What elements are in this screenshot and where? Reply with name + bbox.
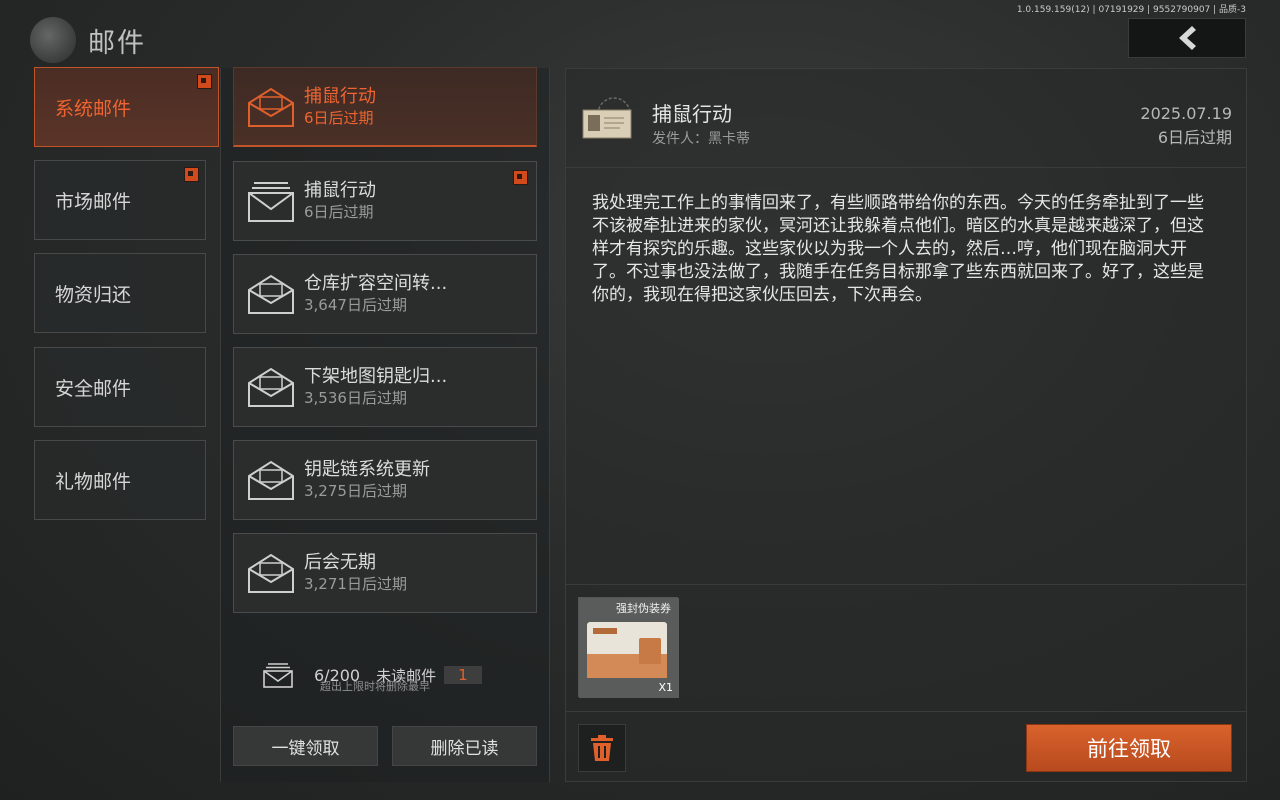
category-gift-mail[interactable]: 礼物邮件 xyxy=(34,440,206,520)
category-label: 物资归还 xyxy=(55,283,132,306)
mail-title: 捕鼠行动 xyxy=(304,85,376,107)
limit-note: 超出上限时将删除最早 xyxy=(320,680,430,693)
version-info: 1.0.159.159(12) | 07191929 | 9552790907 … xyxy=(1016,5,1246,15)
category-supply-return[interactable]: 物资归还 xyxy=(34,253,206,333)
page-title: 邮件 xyxy=(88,27,146,59)
mail-item[interactable]: 钥匙链系统更新 3,275日后过期 xyxy=(233,440,537,520)
category-label: 市场邮件 xyxy=(55,190,132,213)
delete-mail-button[interactable] xyxy=(578,724,626,772)
new-badge-icon xyxy=(184,167,199,182)
envelope-open-icon xyxy=(248,87,294,127)
attachment-name: 强封伪装券 xyxy=(616,602,671,615)
back-button[interactable] xyxy=(1128,18,1246,58)
category-label: 安全邮件 xyxy=(55,377,132,400)
envelope-stack-icon xyxy=(263,663,293,688)
attachment-qty: X1 xyxy=(658,681,673,694)
category-security-mail[interactable]: 安全邮件 xyxy=(34,347,206,427)
mail-body: 我处理完工作上的事情回来了，有些顺路带给你的东西。今天的任务牵扯到了一些不该被牵… xyxy=(592,193,1204,305)
mail-expire: 3,647日后过期 xyxy=(304,296,407,314)
delete-read-button[interactable]: 删除已读 xyxy=(392,726,537,766)
category-market-mail[interactable]: 市场邮件 xyxy=(34,160,206,240)
envelope-open-icon xyxy=(248,553,294,593)
mail-item[interactable]: 捕鼠行动 6日后过期 xyxy=(233,161,537,241)
trash-icon xyxy=(591,735,613,761)
mail-expire: 6日后过期 xyxy=(304,108,374,127)
mail-expire: 6日后过期 xyxy=(304,203,374,221)
mail-sender: 发件人：黑卡蒂 xyxy=(652,131,750,147)
claim-all-button[interactable]: 一键领取 xyxy=(233,726,378,766)
mail-title: 捕鼠行动 xyxy=(304,180,376,201)
category-label: 系统邮件 xyxy=(55,97,132,120)
mail-title: 下架地图钥匙归... xyxy=(304,366,448,387)
envelope-stack-icon xyxy=(248,182,294,222)
mail-detail-expire: 6日后过期 xyxy=(1157,128,1232,147)
mail-expire: 3,271日后过期 xyxy=(304,575,407,593)
envelope-open-icon xyxy=(248,274,294,314)
globe-icon xyxy=(30,17,76,63)
envelope-open-icon xyxy=(248,367,294,407)
mail-detail-title: 捕鼠行动 xyxy=(652,102,732,126)
mail-expire: 3,536日后过期 xyxy=(304,389,407,407)
go-claim-button[interactable]: 前往领取 xyxy=(1026,724,1232,772)
mail-item[interactable]: 捕鼠行动 6日后过期 xyxy=(233,67,537,147)
mail-item[interactable]: 后会无期 3,271日后过期 xyxy=(233,533,537,613)
letter-stamp-icon xyxy=(582,97,632,139)
category-label: 礼物邮件 xyxy=(55,470,132,493)
new-badge-icon xyxy=(197,74,212,89)
mail-item[interactable]: 下架地图钥匙归... 3,536日后过期 xyxy=(233,347,537,427)
mail-title: 后会无期 xyxy=(304,552,376,573)
attachment-item[interactable]: 强封伪装券 X1 xyxy=(578,597,679,698)
mail-title: 钥匙链系统更新 xyxy=(304,459,430,480)
mail-item[interactable]: 仓库扩容空间转... 3,647日后过期 xyxy=(233,254,537,334)
page-header: 邮件 xyxy=(30,14,146,66)
chevron-left-icon xyxy=(1179,26,1196,50)
envelope-open-icon xyxy=(248,460,294,500)
mail-title: 仓库扩容空间转... xyxy=(304,273,448,294)
mail-expire: 3,275日后过期 xyxy=(304,482,407,500)
unread-count: 1 xyxy=(444,666,482,684)
new-badge-icon xyxy=(513,170,528,185)
mail-date: 2025.07.19 xyxy=(1140,104,1232,123)
category-system-mail[interactable]: 系统邮件 xyxy=(34,67,219,147)
